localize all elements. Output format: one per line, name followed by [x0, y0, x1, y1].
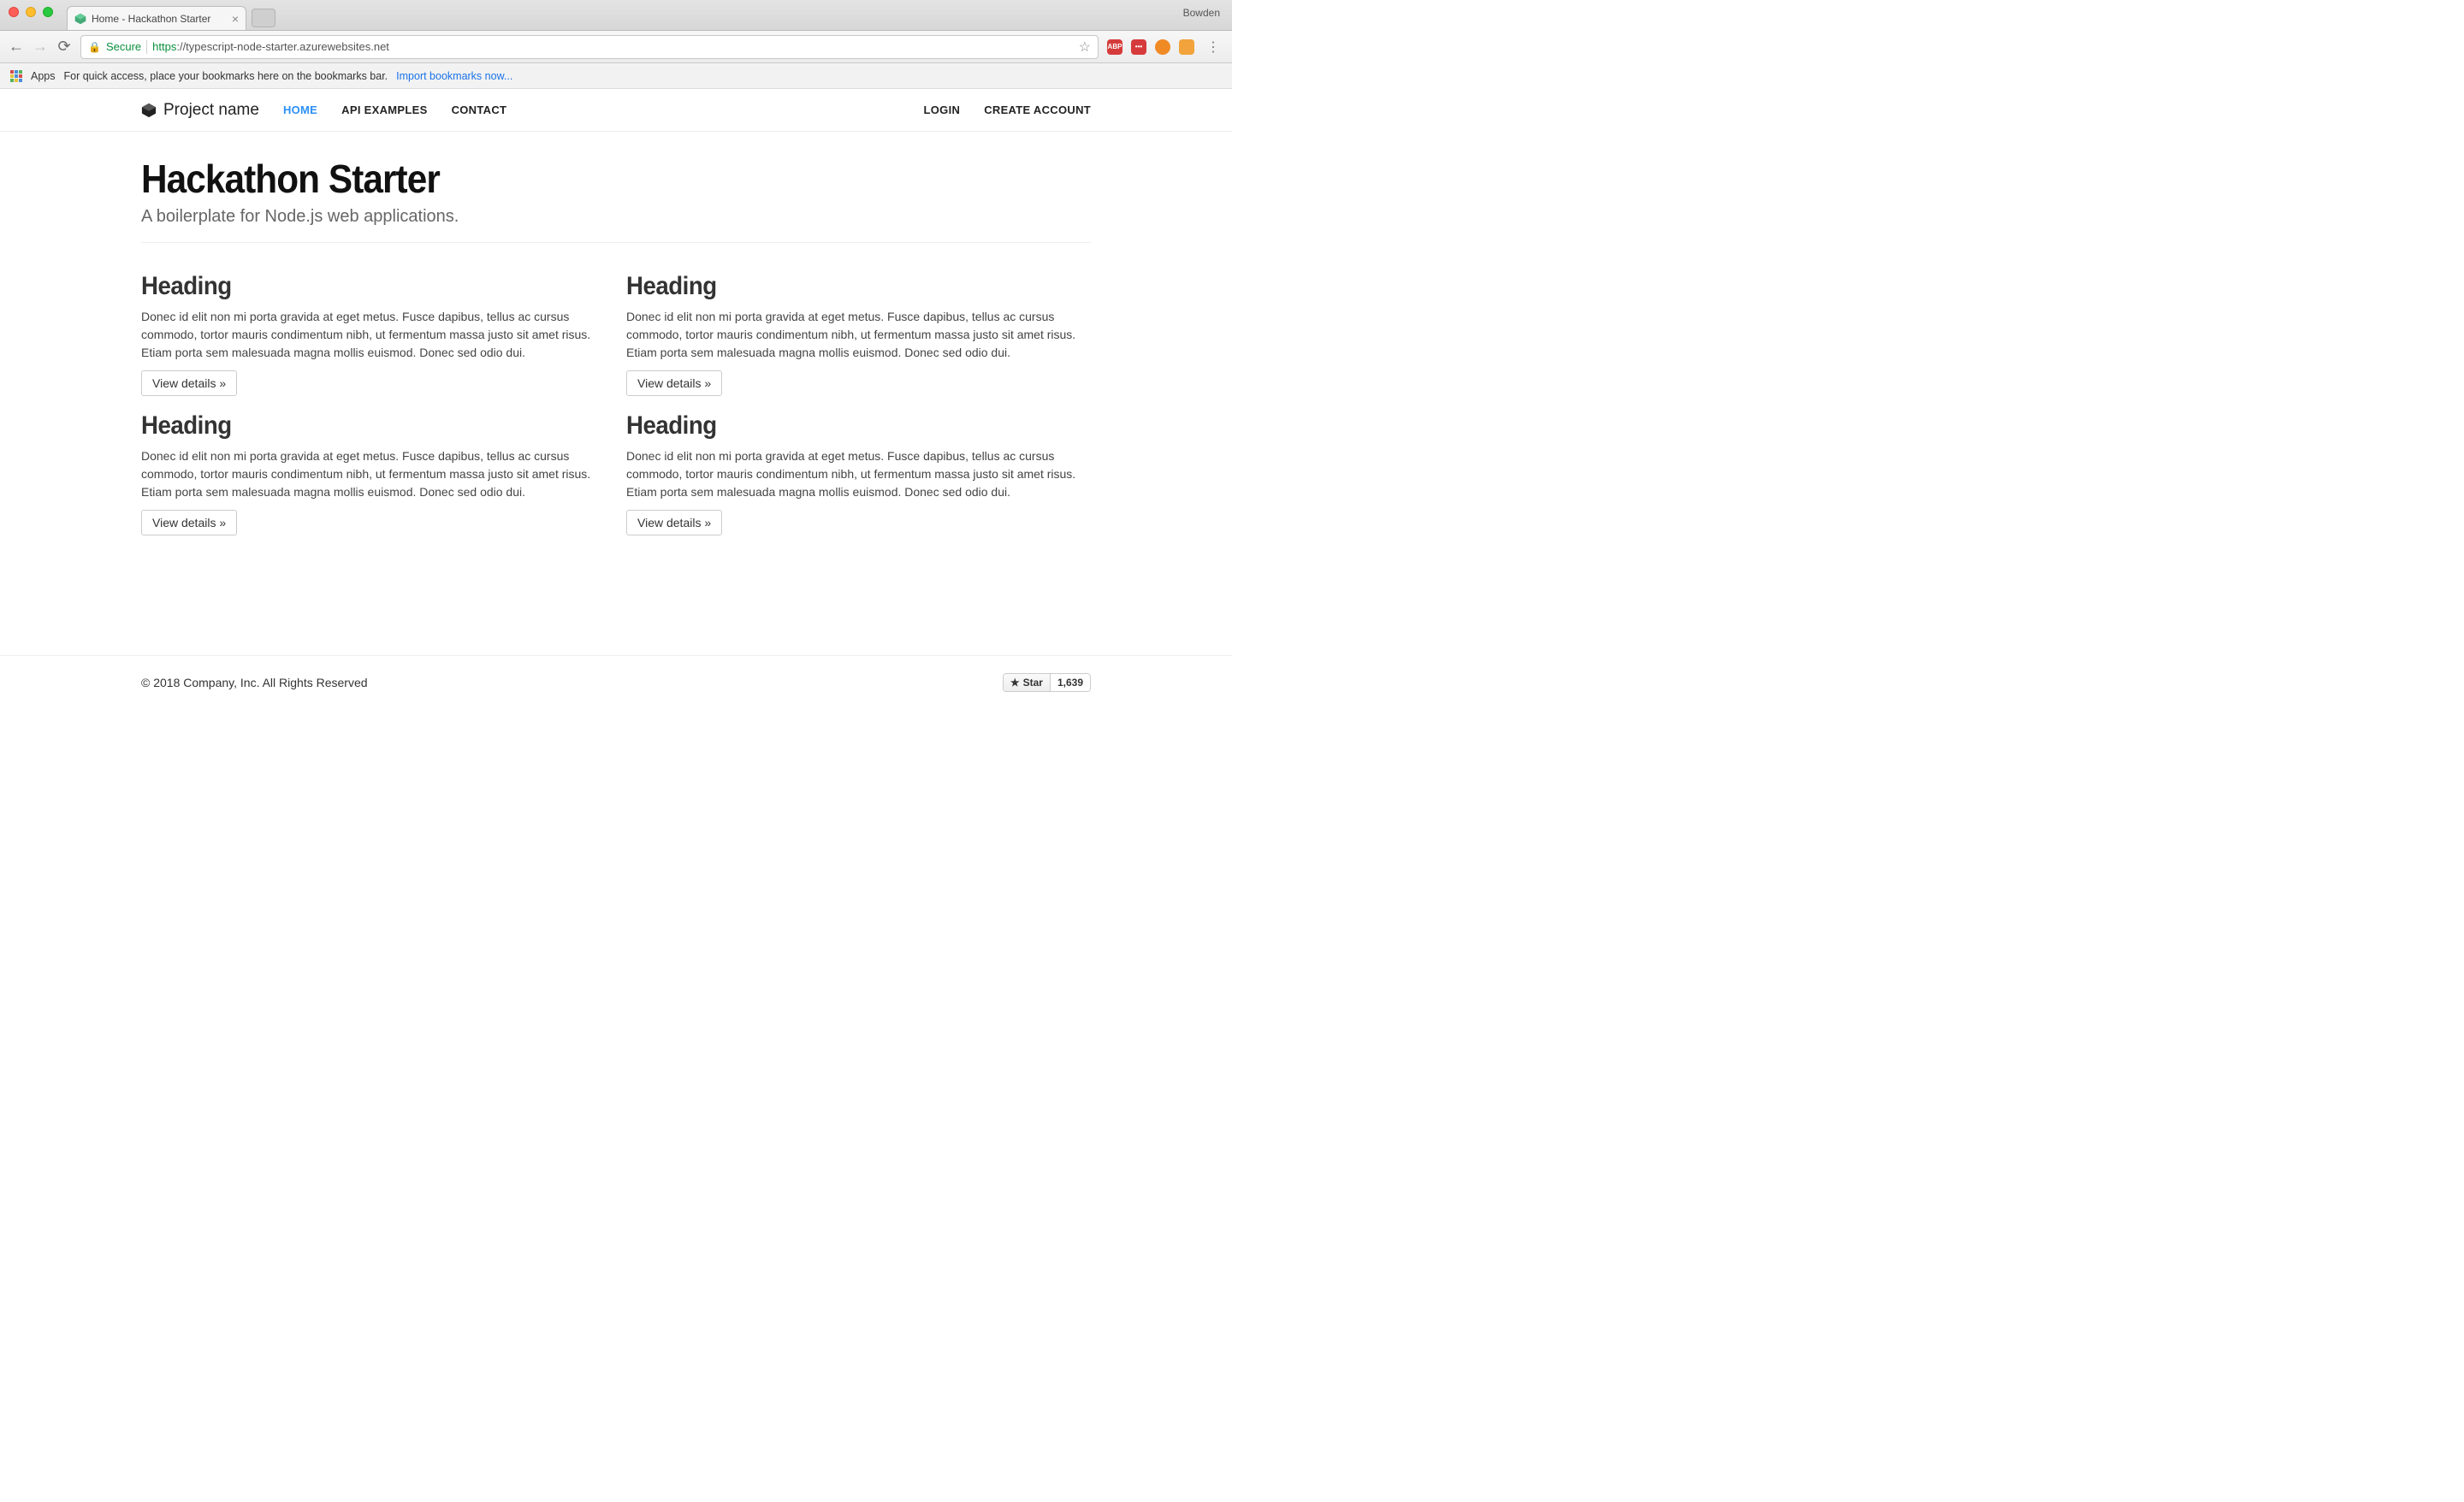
card-body: Donec id elit non mi porta gravida at eg…	[141, 308, 603, 362]
back-button[interactable]: ←	[9, 38, 24, 56]
github-star-button[interactable]: ★ Star	[1004, 674, 1051, 691]
copyright-text: © 2018 Company, Inc. All Rights Reserved	[141, 676, 368, 689]
omnibox[interactable]: 🔒 Secure https://typescript-node-starter…	[80, 35, 1099, 59]
feature-grid: Heading Donec id elit non mi porta gravi…	[141, 272, 1091, 535]
window-controls	[9, 7, 53, 17]
url-scheme: https	[152, 40, 176, 53]
browser-tab-active[interactable]: Home - Hackathon Starter ×	[67, 6, 246, 30]
bookmark-hint-text: For quick access, place your bookmarks h…	[64, 70, 388, 82]
github-star-count[interactable]: 1,639	[1051, 674, 1090, 691]
bookmark-star-icon[interactable]: ☆	[1079, 38, 1091, 56]
card-body: Donec id elit non mi porta gravida at eg…	[626, 308, 1088, 362]
star-label: Star	[1023, 677, 1043, 689]
view-details-button[interactable]: View details »	[626, 370, 722, 396]
apps-label[interactable]: Apps	[31, 70, 56, 82]
brand[interactable]: Project name	[141, 101, 259, 120]
hero: Hackathon Starter A boilerplate for Node…	[141, 132, 1091, 243]
lock-icon: 🔒	[88, 41, 101, 53]
feature-card: Heading Donec id elit non mi porta gravi…	[626, 411, 1091, 535]
card-heading: Heading	[141, 272, 569, 301]
feature-card: Heading Donec id elit non mi porta gravi…	[626, 272, 1091, 396]
card-heading: Heading	[626, 411, 1054, 441]
hero-title: Hackathon Starter	[141, 156, 1015, 202]
extension-lastpass-icon[interactable]: •••	[1131, 39, 1146, 55]
nav-link-login[interactable]: LOGIN	[924, 103, 961, 116]
window-minimize-button[interactable]	[26, 7, 36, 17]
nav-link-create-account[interactable]: CREATE ACCOUNT	[984, 103, 1091, 116]
hero-subtitle: A boilerplate for Node.js web applicatio…	[141, 207, 1091, 227]
extension-analytics-icon[interactable]	[1179, 39, 1194, 55]
card-body: Donec id elit non mi porta gravida at eg…	[626, 447, 1088, 501]
nav-link-api-examples[interactable]: API EXAMPLES	[341, 103, 427, 116]
url-display: https://typescript-node-starter.azureweb…	[152, 40, 389, 53]
nav-link-contact[interactable]: CONTACT	[452, 103, 507, 116]
extension-orange-icon[interactable]	[1155, 39, 1170, 55]
view-details-button[interactable]: View details »	[141, 510, 237, 535]
card-body: Donec id elit non mi porta gravida at eg…	[141, 447, 603, 501]
extension-abp-icon[interactable]: ABP	[1107, 39, 1122, 55]
tab-title: Home - Hackathon Starter	[92, 13, 227, 25]
reload-button[interactable]: ⟳	[56, 38, 72, 56]
new-tab-button[interactable]	[252, 9, 275, 27]
feature-card: Heading Donec id elit non mi porta gravi…	[141, 272, 606, 396]
bookmarks-bar: Apps For quick access, place your bookma…	[0, 63, 1232, 89]
chrome-menu-button[interactable]: ⋮	[1203, 38, 1223, 56]
window-close-button[interactable]	[9, 7, 19, 17]
browser-tab-strip: Home - Hackathon Starter × Bowden	[0, 0, 1232, 31]
browser-toolbar: ← → ⟳ 🔒 Secure https://typescript-node-s…	[0, 31, 1232, 63]
site-navbar: Project name HOME API EXAMPLES CONTACT L…	[0, 89, 1232, 132]
nav-link-home[interactable]: HOME	[283, 103, 317, 116]
secure-label: Secure	[106, 40, 141, 53]
card-heading: Heading	[626, 272, 1054, 301]
omnibox-separator	[146, 40, 147, 54]
tab-close-button[interactable]: ×	[232, 13, 239, 25]
import-bookmarks-link[interactable]: Import bookmarks now...	[396, 70, 512, 82]
footer: © 2018 Company, Inc. All Rights Reserved…	[141, 673, 1091, 692]
view-details-button[interactable]: View details »	[141, 370, 237, 396]
chrome-profile-label[interactable]: Bowden	[1183, 7, 1220, 19]
github-star-widget[interactable]: ★ Star 1,639	[1003, 673, 1091, 692]
url-rest: ://typescript-node-starter.azurewebsites…	[176, 40, 389, 53]
forward-button[interactable]: →	[33, 38, 48, 56]
brand-cube-icon	[141, 103, 157, 118]
view-details-button[interactable]: View details »	[626, 510, 722, 535]
feature-card: Heading Donec id elit non mi porta gravi…	[141, 411, 606, 535]
apps-icon[interactable]	[10, 70, 22, 82]
star-icon: ★	[1010, 677, 1020, 689]
brand-text: Project name	[163, 101, 259, 120]
favicon-cube-icon	[74, 13, 86, 25]
window-zoom-button[interactable]	[43, 7, 53, 17]
card-heading: Heading	[141, 411, 569, 441]
